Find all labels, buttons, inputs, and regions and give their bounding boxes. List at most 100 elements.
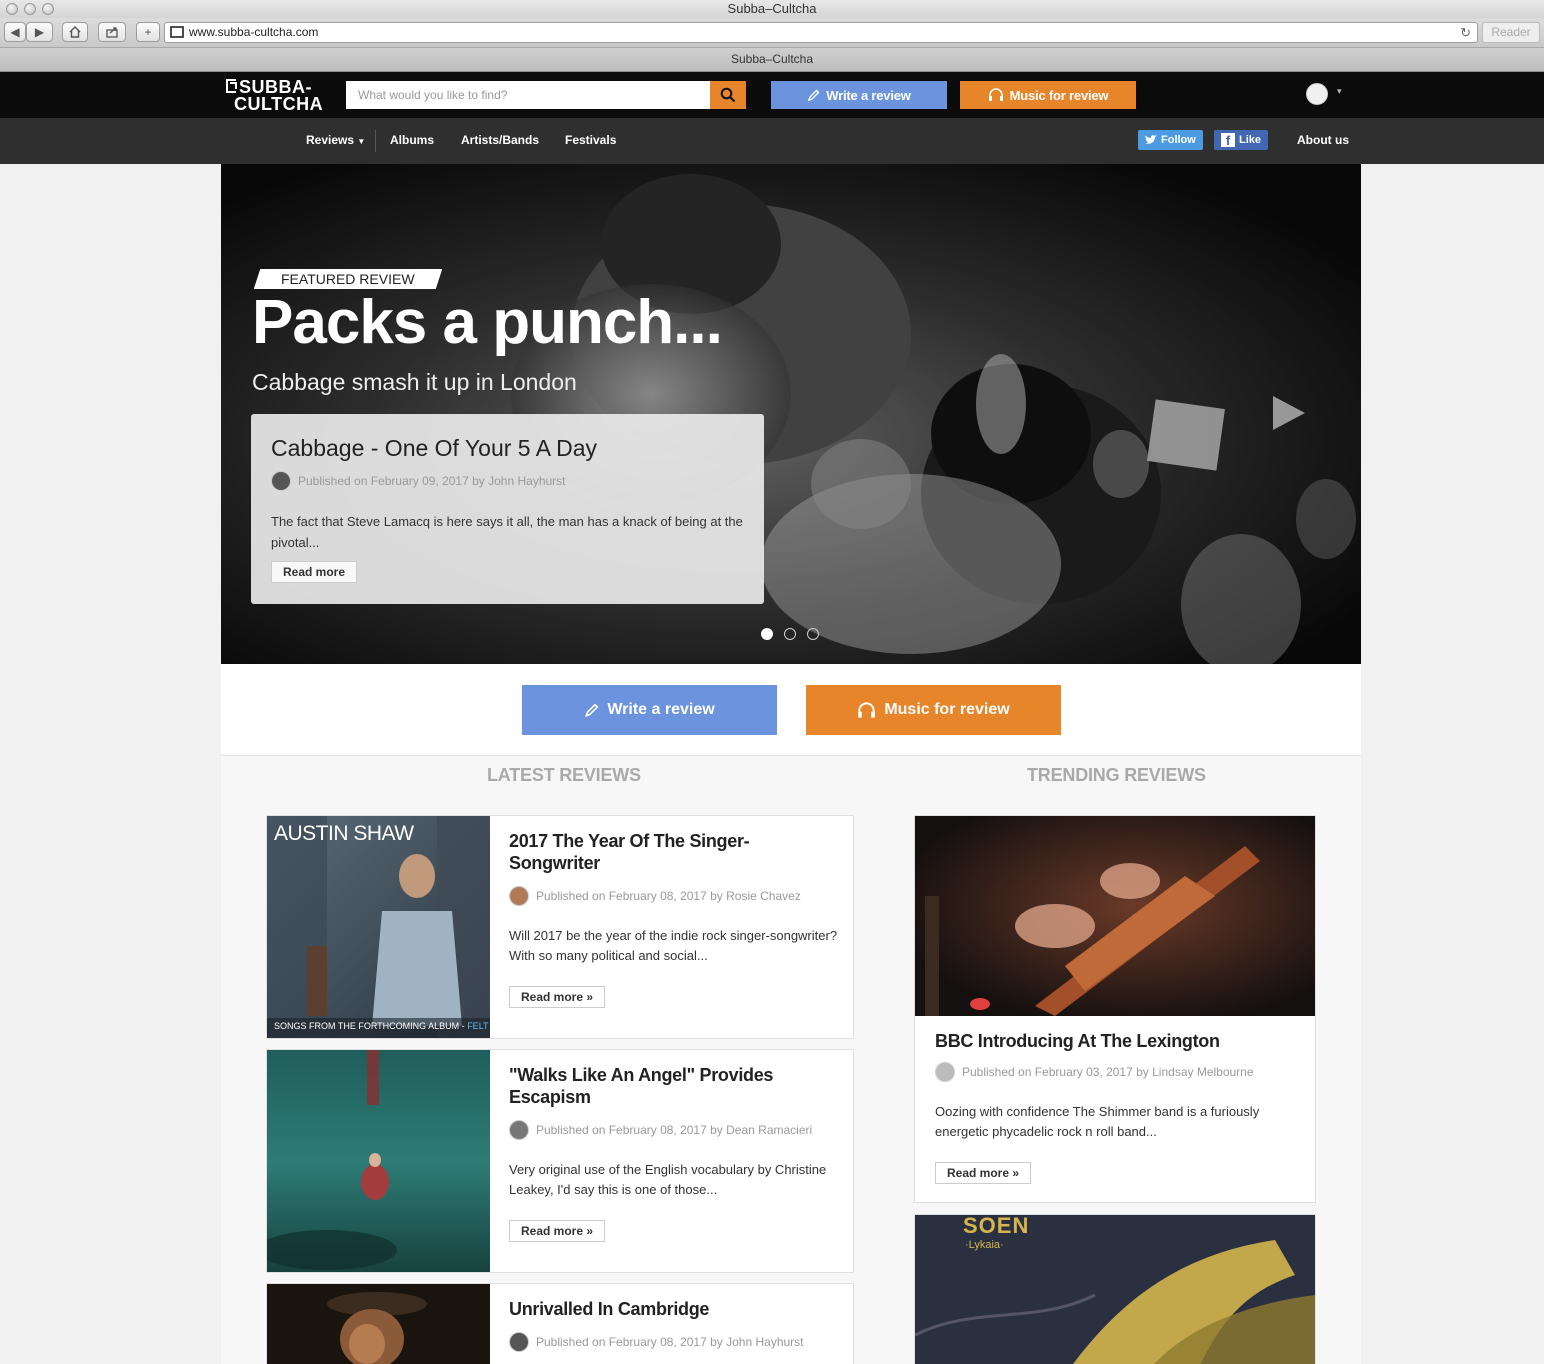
- review-meta: Published on February 08, 2017 by Dean R…: [509, 1120, 839, 1140]
- read-more-label: Read more: [521, 990, 584, 1004]
- reload-icon[interactable]: ↻: [1460, 23, 1471, 42]
- read-more-button[interactable]: Read more »: [509, 1220, 606, 1242]
- user-avatar[interactable]: [1306, 83, 1328, 105]
- review-thumbnail[interactable]: [267, 1284, 490, 1364]
- nav-item-albums[interactable]: Albums: [390, 133, 434, 147]
- review-excerpt: Very original use of the English vocabul…: [509, 1162, 827, 1197]
- latest-review-card[interactable]: AUSTIN SHAW SONGS FROM THE FORTHCOMING A…: [266, 815, 854, 1039]
- double-chevron-right-icon: »: [586, 1224, 594, 1238]
- album-cover-image: [267, 1050, 490, 1272]
- review-excerpt: Will 2017 be the year of the indie rock …: [509, 928, 838, 963]
- review-title[interactable]: 2017 The Year Of The Singer-Songwriter: [509, 830, 839, 874]
- twitter-follow-label: Follow: [1161, 134, 1196, 146]
- share-button[interactable]: [98, 22, 126, 42]
- twitter-follow-button[interactable]: Follow: [1138, 130, 1203, 150]
- review-content: "Walks Like An Angel" Provides Escapism …: [509, 1064, 839, 1242]
- review-meta-text: Published on February 08, 2017 by Rosie …: [536, 889, 801, 903]
- home-icon: [69, 26, 81, 38]
- reader-button[interactable]: Reader: [1482, 22, 1540, 43]
- latest-reviews-heading: LATEST REVIEWS: [487, 765, 641, 785]
- review-title[interactable]: "Walks Like An Angel" Provides Escapism: [509, 1064, 839, 1108]
- nav-item-artists[interactable]: Artists/Bands: [461, 133, 539, 147]
- trending-review-card[interactable]: BBC Introducing At The Lexington Publish…: [914, 815, 1316, 1203]
- cover-album-text: ·Lykaia·: [965, 1239, 1004, 1251]
- header-music-review-button[interactable]: Music for review: [960, 81, 1136, 109]
- nav-divider: [375, 130, 376, 152]
- new-tab-button[interactable]: +: [136, 22, 160, 42]
- review-content: 2017 The Year Of The Singer-Songwriter P…: [509, 830, 839, 1008]
- search-button[interactable]: [710, 81, 746, 109]
- main-nav: Reviews ▼ Albums Artists/Bands Festivals…: [0, 118, 1544, 164]
- featured-read-more-button[interactable]: Read more: [271, 561, 358, 583]
- site-logo[interactable]: SUBBA- CULTCHA: [226, 77, 326, 113]
- zoom-window-button[interactable]: [42, 3, 54, 15]
- trending-review-title[interactable]: BBC Introducing At The Lexington: [935, 1030, 1295, 1052]
- browser-toolbar: ◀ ▶ + www.subba-cultcha.com ↻ Reader: [0, 18, 1544, 48]
- cover-caption-text: SONGS FROM THE FORTHCOMING ALBUM -: [274, 1021, 468, 1031]
- window-title: Subba–Cultcha: [727, 1, 817, 16]
- facebook-like-button[interactable]: f Like: [1214, 130, 1269, 150]
- chevron-down-icon[interactable]: ▾: [1337, 86, 1342, 97]
- search-icon: [720, 87, 736, 103]
- author-avatar: [935, 1062, 955, 1082]
- read-more-button[interactable]: Read more »: [509, 986, 606, 1008]
- url-bar[interactable]: www.subba-cultcha.com ↻: [164, 22, 1478, 43]
- featured-review-title[interactable]: Cabbage - One Of Your 5 A Day: [271, 434, 744, 462]
- twitter-bird-icon: [1145, 135, 1157, 144]
- read-more-wrap: Read more »: [509, 986, 839, 1008]
- latest-review-card[interactable]: "Walks Like An Angel" Provides Escapism …: [266, 1049, 854, 1273]
- read-more-label: Read more: [947, 1166, 1010, 1180]
- read-more-label: Read more: [521, 1224, 584, 1238]
- review-title[interactable]: Unrivalled In Cambridge: [509, 1298, 839, 1320]
- facebook-like-label: Like: [1239, 134, 1262, 146]
- pencil-icon: [808, 89, 820, 101]
- author-avatar: [509, 1120, 529, 1140]
- slide-dot-3[interactable]: [807, 628, 819, 640]
- review-content: Unrivalled In Cambridge Published on Feb…: [509, 1298, 839, 1352]
- review-thumbnail[interactable]: AUSTIN SHAW SONGS FROM THE FORTHCOMING A…: [267, 816, 490, 1038]
- logo-line2: CULTCHA: [234, 94, 324, 114]
- trending-review-meta: Published on February 03, 2017 by Lindsa…: [935, 1062, 1295, 1082]
- pencil-icon: [585, 703, 599, 717]
- search-input[interactable]: [346, 81, 710, 109]
- header-write-review-label: Write a review: [826, 87, 911, 103]
- nav-item-reviews[interactable]: Reviews ▼: [306, 133, 365, 147]
- active-tab-title[interactable]: Subba–Cultcha: [731, 52, 813, 66]
- slide-dot-1[interactable]: [761, 628, 773, 640]
- write-review-button[interactable]: Write a review: [522, 685, 777, 735]
- slide-dot-2[interactable]: [784, 628, 796, 640]
- nav-item-about[interactable]: About us: [1297, 133, 1349, 147]
- back-button[interactable]: ◀: [4, 22, 26, 42]
- slide-indicators: [761, 628, 819, 640]
- author-avatar: [509, 1332, 529, 1352]
- trending-review-image[interactable]: [915, 816, 1316, 1016]
- site-favicon-icon: [170, 26, 184, 38]
- trending-review-card[interactable]: SOEN ·Lykaia·: [914, 1214, 1316, 1364]
- featured-review-card: Cabbage - One Of Your 5 A Day Published …: [251, 414, 764, 604]
- hero-title: Packs a punch...: [252, 288, 723, 357]
- featured-hero: FEATURED REVIEW Packs a punch... Cabbage…: [221, 164, 1361, 664]
- music-for-review-label: Music for review: [884, 701, 1010, 718]
- home-button[interactable]: [62, 22, 88, 42]
- next-slide-arrow-icon[interactable]: [1273, 396, 1305, 430]
- cover-caption: SONGS FROM THE FORTHCOMING ALBUM - FELT: [274, 1021, 489, 1031]
- read-more-wrap: Read more »: [509, 1220, 839, 1242]
- nav-item-festivals[interactable]: Festivals: [565, 133, 616, 147]
- write-review-label: Write a review: [607, 701, 715, 718]
- album-cover-image: [267, 816, 490, 1038]
- read-more-button[interactable]: Read more »: [935, 1162, 1032, 1184]
- latest-review-card[interactable]: Unrivalled In Cambridge Published on Feb…: [266, 1283, 854, 1364]
- review-thumbnail[interactable]: [267, 1050, 490, 1272]
- music-for-review-button[interactable]: Music for review: [806, 685, 1061, 735]
- share-icon: [106, 27, 118, 38]
- site-header: SUBBA- CULTCHA Write a review Music for …: [0, 72, 1544, 118]
- cover-artist-text: AUSTIN SHAW: [274, 822, 414, 845]
- cover-band-text: SOEN: [963, 1214, 1030, 1238]
- read-more-wrap: Read more »: [935, 1162, 1295, 1184]
- forward-button[interactable]: ▶: [26, 22, 53, 42]
- close-window-button[interactable]: [6, 3, 18, 15]
- featured-review-tag-text: FEATURED REVIEW: [281, 271, 415, 287]
- header-write-review-button[interactable]: Write a review: [771, 81, 947, 109]
- cover-caption-accent: FELT: [467, 1021, 489, 1031]
- minimize-window-button[interactable]: [24, 3, 36, 15]
